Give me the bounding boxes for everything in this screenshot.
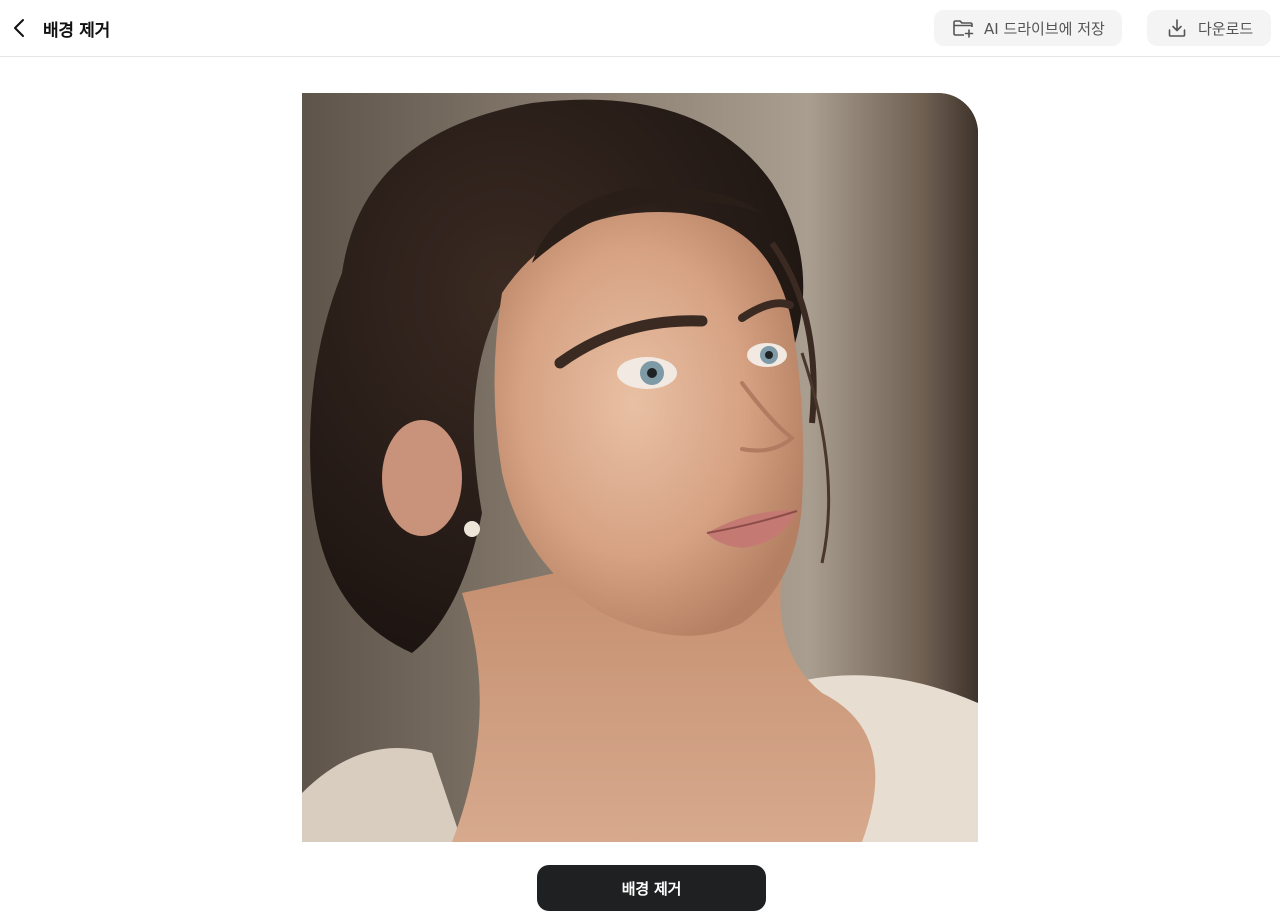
save-button-label: AI 드라이브에 저장 bbox=[984, 19, 1105, 38]
page-title: 배경 제거 bbox=[43, 21, 110, 41]
chevron-left-icon bbox=[14, 19, 24, 37]
folder-plus-icon bbox=[953, 20, 974, 38]
uploaded-portrait-image bbox=[302, 93, 978, 842]
download-button-label: 다운로드 bbox=[1198, 19, 1254, 38]
save-to-ai-drive-button[interactable]: AI 드라이브에 저장 bbox=[934, 10, 1122, 46]
back-button[interactable] bbox=[8, 16, 32, 40]
top-bar: 배경 제거 AI 드라이브에 저장 다운로드 bbox=[0, 0, 1280, 57]
download-button[interactable]: 다운로드 bbox=[1147, 10, 1271, 46]
download-icon bbox=[1168, 19, 1186, 37]
remove-background-button[interactable]: 배경 제거 bbox=[537, 865, 766, 911]
